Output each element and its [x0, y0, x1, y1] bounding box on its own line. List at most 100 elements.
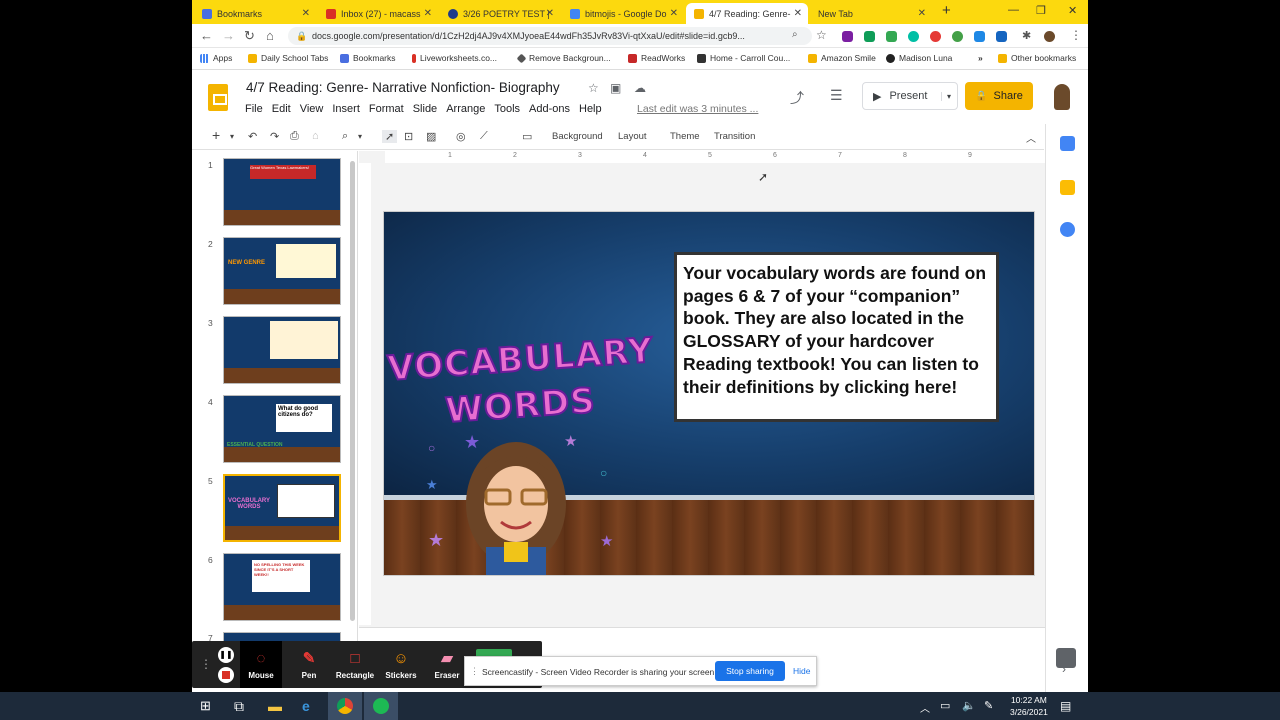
- profile-icon[interactable]: [1044, 31, 1055, 42]
- windows-start-icon[interactable]: ⊞: [200, 698, 211, 714]
- bookmark-daily-school-tabs[interactable]: Daily School Tabs: [248, 53, 328, 63]
- chevron-down-icon[interactable]: ▾: [230, 132, 234, 141]
- bookmark-liveworksheets[interactable]: Liveworksheets.co...: [412, 53, 497, 63]
- bookmark-apps[interactable]: Apps: [200, 53, 232, 63]
- url-input[interactable]: 🔒 docs.google.com/presentation/d/1CzH2dj4…: [288, 27, 812, 45]
- window-close-icon[interactable]: ✕: [1068, 4, 1077, 17]
- tray-overflow-icon[interactable]: ︿: [920, 700, 930, 715]
- keep-icon[interactable]: [1060, 180, 1075, 195]
- back-arrow-icon[interactable]: ←: [200, 28, 213, 43]
- menu-tools[interactable]: Tools: [494, 103, 520, 115]
- tab-new-tab[interactable]: New Tab ✕: [810, 3, 932, 24]
- explore-icon[interactable]: [1056, 648, 1076, 668]
- current-slide[interactable]: VOCABULARY WORDS Your vocabulary words ar…: [383, 211, 1035, 576]
- menu-slide[interactable]: Slide: [413, 103, 437, 115]
- shape-icon[interactable]: ◎: [456, 130, 466, 143]
- chevron-down-icon[interactable]: ▾: [940, 91, 951, 101]
- comment-add-icon[interactable]: ▭: [522, 130, 532, 143]
- task-view-icon[interactable]: ⧉: [234, 698, 244, 715]
- move-folder-icon[interactable]: ▣: [610, 81, 621, 95]
- bookmark-bookmarks[interactable]: Bookmarks: [340, 53, 396, 63]
- vocabulary-text-box[interactable]: Your vocabulary words are found on pages…: [674, 252, 999, 422]
- slide-thumbnail-6[interactable]: NO SPELLING THIS WEEK SINCE IT'S A SHORT…: [223, 553, 341, 621]
- pause-icon[interactable]: ❚❚: [218, 647, 234, 663]
- stickers-tool-button[interactable]: ☺ Stickers: [380, 649, 422, 680]
- theme-button[interactable]: Theme: [670, 131, 700, 142]
- activity-trend-icon[interactable]: ⤴: [790, 88, 804, 108]
- close-icon[interactable]: ✕: [424, 8, 432, 19]
- pen-tool-button[interactable]: ✎ Pen: [288, 649, 330, 680]
- rectangle-tool-button[interactable]: □ Rectangle: [334, 649, 376, 680]
- close-icon[interactable]: ✕: [302, 8, 310, 19]
- close-icon[interactable]: ✕: [918, 8, 926, 19]
- chevron-right-icon[interactable]: ›: [1062, 662, 1066, 676]
- text-box-icon[interactable]: ⊡: [404, 130, 413, 143]
- new-slide-icon[interactable]: +: [212, 127, 220, 143]
- menu-help[interactable]: Help: [579, 103, 602, 115]
- bookmark-remove-background[interactable]: Remove Backgroun...: [516, 53, 611, 63]
- reload-icon[interactable]: ↻: [244, 28, 255, 44]
- tasks-icon[interactable]: [1060, 222, 1075, 237]
- select-cursor-icon[interactable]: ➚: [382, 130, 398, 143]
- drag-handle-icon[interactable]: ⋮: [200, 657, 212, 671]
- slide-thumbnail-1[interactable]: Great Women Texas Lawmakers!: [223, 158, 341, 226]
- extension-icon[interactable]: [996, 31, 1007, 42]
- volume-icon[interactable]: 🔈: [962, 699, 976, 712]
- puzzle-icon[interactable]: ✱: [1022, 29, 1031, 42]
- star-icon[interactable]: ☆: [588, 81, 599, 95]
- extension-icon[interactable]: [930, 31, 941, 42]
- stop-record-icon[interactable]: [218, 667, 234, 683]
- menu-insert[interactable]: Insert: [332, 103, 360, 115]
- menu-addons[interactable]: Add-ons: [529, 103, 570, 115]
- slide-thumbnail-5[interactable]: VOCABULARY WORDS: [223, 474, 341, 542]
- line-icon[interactable]: ⟋: [480, 130, 488, 143]
- zoom-icon[interactable]: ⌕: [792, 29, 798, 40]
- close-icon[interactable]: ✕: [670, 8, 678, 19]
- bookmark-other[interactable]: Other bookmarks: [998, 53, 1076, 63]
- slide-heading[interactable]: VOCABULARY WORDS: [385, 328, 655, 438]
- bitmoji-avatar[interactable]: [456, 442, 576, 576]
- forward-arrow-icon[interactable]: →: [222, 28, 235, 43]
- tab-bookmarks[interactable]: Bookmarks ✕: [194, 3, 316, 24]
- paint-format-icon[interactable]: ⌂: [312, 130, 319, 142]
- zoom-icon[interactable]: ⌕: [342, 130, 348, 143]
- bookmarks-overflow-icon[interactable]: »: [978, 53, 983, 63]
- document-title[interactable]: 4/7 Reading: Genre- Narrative Nonfiction…: [246, 80, 560, 95]
- bookmark-madison-luna[interactable]: Madison Luna: [886, 53, 952, 63]
- undo-icon[interactable]: ↶: [248, 130, 257, 143]
- bookmark-amazon-smile[interactable]: Amazon Smile: [808, 53, 876, 63]
- tab-poetry-test[interactable]: 3/26 POETRY TEST | ✕: [440, 3, 560, 24]
- menu-format[interactable]: Format: [369, 103, 404, 115]
- background-button[interactable]: Background: [552, 131, 603, 142]
- extension-icon[interactable]: [886, 31, 897, 42]
- close-icon[interactable]: ✕: [546, 8, 554, 19]
- close-icon[interactable]: ✕: [794, 8, 802, 19]
- slide-thumbnail-4[interactable]: What do good citizens do? ESSENTIAL QUEST…: [223, 395, 341, 463]
- chevron-down-icon[interactable]: ▾: [358, 132, 362, 141]
- drag-handle-icon[interactable]: ⋮: [470, 666, 479, 677]
- file-explorer-icon[interactable]: ▬: [268, 698, 282, 714]
- comments-icon[interactable]: ☰: [830, 87, 843, 104]
- star-icon[interactable]: ☆: [816, 28, 827, 42]
- bookmark-readworks[interactable]: ReadWorks: [628, 53, 685, 63]
- bookmark-carroll-county[interactable]: Home - Carroll Cou...: [697, 53, 790, 63]
- new-tab-icon[interactable]: +: [942, 2, 951, 19]
- internet-explorer-icon[interactable]: e: [302, 698, 310, 714]
- collapse-toolbar-icon[interactable]: ︿: [1026, 130, 1036, 145]
- filmstrip-scrollbar[interactable]: [350, 161, 355, 621]
- hide-button[interactable]: Hide: [793, 666, 810, 676]
- chrome-taskbar-button[interactable]: [328, 692, 362, 720]
- taskbar-clock[interactable]: 10:22 AM 3/26/2021: [1010, 694, 1048, 718]
- last-edit-link[interactable]: Last edit was 3 minutes ...: [637, 103, 758, 115]
- extension-r-icon[interactable]: [842, 31, 853, 42]
- slide-thumbnail-3[interactable]: [223, 316, 341, 384]
- minimize-icon[interactable]: —: [1008, 4, 1019, 16]
- menu-file[interactable]: File: [245, 103, 263, 115]
- menu-arrange[interactable]: Arrange: [446, 103, 485, 115]
- extension-icon[interactable]: [974, 31, 985, 42]
- transition-button[interactable]: Transition: [714, 131, 755, 142]
- menu-edit[interactable]: Edit: [272, 103, 291, 115]
- present-button[interactable]: ▶ Present ▾: [862, 82, 958, 110]
- calendar-icon[interactable]: [1060, 136, 1075, 151]
- extension-icon[interactable]: [908, 31, 919, 42]
